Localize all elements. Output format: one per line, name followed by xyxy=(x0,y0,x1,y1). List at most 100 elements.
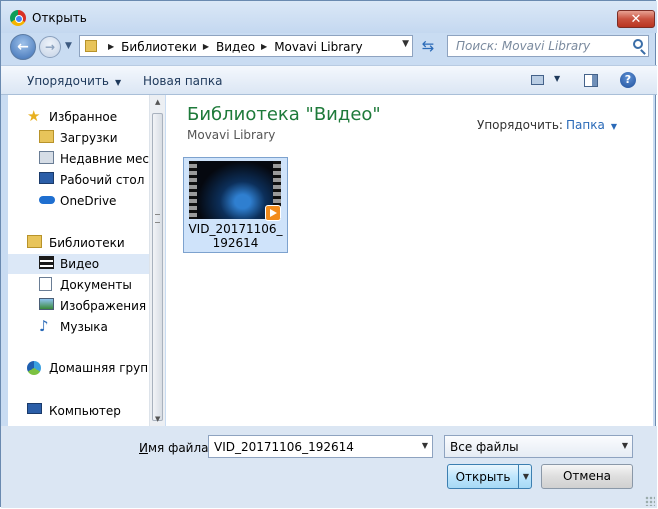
file-item[interactable]: VID_20171106_192614 xyxy=(183,157,288,253)
sidebar-item-desktop[interactable]: Рабочий стол xyxy=(8,170,149,190)
sidebar-item-music[interactable]: ♪ Музыка xyxy=(8,317,149,337)
chrome-icon xyxy=(10,10,26,26)
music-icon: ♪ xyxy=(39,317,49,335)
sidebar-item-label: OneDrive xyxy=(60,194,117,208)
pictures-icon xyxy=(39,298,54,310)
search-icon[interactable] xyxy=(633,39,643,49)
filename-input[interactable] xyxy=(209,436,414,457)
scrollbar-thumb[interactable] xyxy=(152,113,163,421)
breadcrumb-video[interactable]: Видео xyxy=(216,40,255,54)
libraries-icon xyxy=(27,235,42,248)
sidebar-item-label: Домашняя группа xyxy=(49,361,149,375)
grip-icon xyxy=(155,214,160,223)
file-type-value: Все файлы xyxy=(450,440,519,454)
navigation-pane: ★ Избранное Загрузки Недавние места Рабо… xyxy=(8,95,149,426)
arrange-by-value: Папка xyxy=(566,118,605,132)
organize-button[interactable]: Упорядочить ▼ xyxy=(27,74,121,88)
sidebar-item-onedrive[interactable]: OneDrive xyxy=(8,191,149,211)
search-box[interactable] xyxy=(447,35,649,57)
arrange-by-dropdown[interactable]: Папка ▼ xyxy=(566,118,617,132)
forward-button[interactable]: → xyxy=(39,36,61,58)
film-strip-icon xyxy=(189,161,197,219)
desktop-icon xyxy=(39,172,54,184)
address-bar[interactable]: ▶ Библиотеки ▶ Видео ▶ Movavi Library ▼ xyxy=(79,35,413,57)
breadcrumb: ▶ Библиотеки ▶ Видео ▶ Movavi Library xyxy=(102,39,363,54)
sidebar-item-label: Музыка xyxy=(60,320,108,334)
sidebar-item-label: Загрузки xyxy=(60,131,118,145)
recent-locations-dropdown[interactable]: ▼ xyxy=(65,41,72,51)
file-list-pane: Библиотека "Видео" Movavi Library Упоряд… xyxy=(166,95,653,426)
sidebar-item-downloads[interactable]: Загрузки xyxy=(8,128,149,148)
resize-grip[interactable] xyxy=(645,496,655,506)
file-type-select[interactable]: Все файлы ▼ xyxy=(444,435,633,458)
sidebar-item-label: Компьютер xyxy=(49,404,121,418)
sidebar-item-favorites[interactable]: ★ Избранное xyxy=(8,107,149,127)
chevron-down-icon: ▼ xyxy=(114,78,122,87)
open-options-dropdown[interactable]: ▼ xyxy=(518,465,533,488)
sidebar-item-pictures[interactable]: Изображения xyxy=(8,296,149,316)
cancel-button[interactable]: Отмена xyxy=(541,464,633,489)
documents-icon xyxy=(39,277,52,291)
filename-label-text: мя файла: xyxy=(147,441,213,455)
view-options-dropdown[interactable]: ▼ xyxy=(554,74,560,83)
sidebar-scrollbar[interactable]: ▲ ▼ xyxy=(149,95,165,426)
organize-label: Упорядочить xyxy=(27,74,109,88)
onedrive-icon xyxy=(39,196,55,204)
file-name-panel: Имя файла: ▼ Все файлы ▼ Открыть ▼ Отмен… xyxy=(1,426,657,508)
title-bar: Открыть ✕ xyxy=(1,1,657,33)
search-input[interactable] xyxy=(448,36,624,56)
open-dialog: Открыть ✕ ← → ▼ ▶ Библиотеки ▶ Видео ▶ M… xyxy=(0,0,657,508)
sidebar-item-label: Видео xyxy=(60,257,100,271)
chevron-right-icon[interactable]: ▶ xyxy=(203,42,209,51)
downloads-icon xyxy=(39,130,54,143)
open-button-label: Открыть xyxy=(455,470,511,484)
sidebar-item-libraries[interactable]: Библиотеки xyxy=(8,233,149,253)
navigation-bar: ← → ▼ ▶ Библиотеки ▶ Видео ▶ Movavi Libr… xyxy=(1,33,657,61)
scroll-up-icon[interactable]: ▲ xyxy=(155,98,160,106)
window-title: Открыть xyxy=(32,11,87,25)
video-thumbnail xyxy=(189,161,281,221)
breadcrumb-libraries[interactable]: Библиотеки xyxy=(121,40,197,54)
homegroup-icon xyxy=(27,361,41,375)
recent-places-icon xyxy=(39,151,54,164)
refresh-button[interactable]: ⇆ xyxy=(416,35,440,57)
close-button[interactable]: ✕ xyxy=(617,10,655,28)
chevron-down-icon: ▼ xyxy=(621,441,628,450)
chevron-down-icon[interactable]: ▼ xyxy=(422,441,428,450)
open-button[interactable]: Открыть ▼ xyxy=(447,464,532,489)
sidebar-item-computer[interactable]: Компьютер xyxy=(8,401,149,421)
sidebar-item-homegroup[interactable]: Домашняя группа xyxy=(8,358,149,378)
file-name: VID_20171106_192614 xyxy=(188,222,283,250)
address-dropdown-icon[interactable]: ▼ xyxy=(402,39,409,49)
sidebar-item-video[interactable]: Видео xyxy=(8,254,149,274)
library-title: Библиотека "Видео" xyxy=(187,104,381,125)
back-button[interactable]: ← xyxy=(10,34,36,60)
video-icon xyxy=(39,256,54,269)
preview-pane-icon[interactable] xyxy=(584,74,598,87)
star-icon: ★ xyxy=(27,107,41,125)
scroll-down-icon[interactable]: ▼ xyxy=(155,415,160,423)
chevron-down-icon: ▼ xyxy=(610,122,617,131)
sidebar-item-label: Недавние места xyxy=(60,152,149,166)
sidebar-item-label: Избранное xyxy=(49,110,118,124)
sidebar-item-label: Изображения xyxy=(60,299,147,313)
change-view-icon[interactable] xyxy=(531,75,544,85)
sidebar-item-documents[interactable]: Документы xyxy=(8,275,149,295)
help-icon[interactable]: ? xyxy=(620,72,636,88)
sidebar-item-label: Документы xyxy=(60,278,132,292)
sidebar-item-label: Рабочий стол xyxy=(60,173,145,187)
new-folder-button[interactable]: Новая папка xyxy=(143,74,222,88)
chevron-right-icon[interactable]: ▶ xyxy=(108,42,114,51)
command-toolbar: Упорядочить ▼ Новая папка ▼ ? xyxy=(1,65,657,95)
filename-label-accesskey: И xyxy=(139,441,148,455)
breadcrumb-movavi-library[interactable]: Movavi Library xyxy=(274,40,362,54)
sidebar-item-recent-places[interactable]: Недавние места xyxy=(8,149,149,169)
play-icon xyxy=(265,205,281,221)
arrange-by-label: Упорядочить: xyxy=(477,118,563,132)
library-subtitle: Movavi Library xyxy=(187,128,276,142)
folder-icon xyxy=(85,40,97,52)
chevron-right-icon[interactable]: ▶ xyxy=(261,42,267,51)
computer-icon xyxy=(27,403,42,414)
filename-combobox[interactable]: ▼ xyxy=(208,435,433,458)
sidebar-item-label: Библиотеки xyxy=(49,236,125,250)
